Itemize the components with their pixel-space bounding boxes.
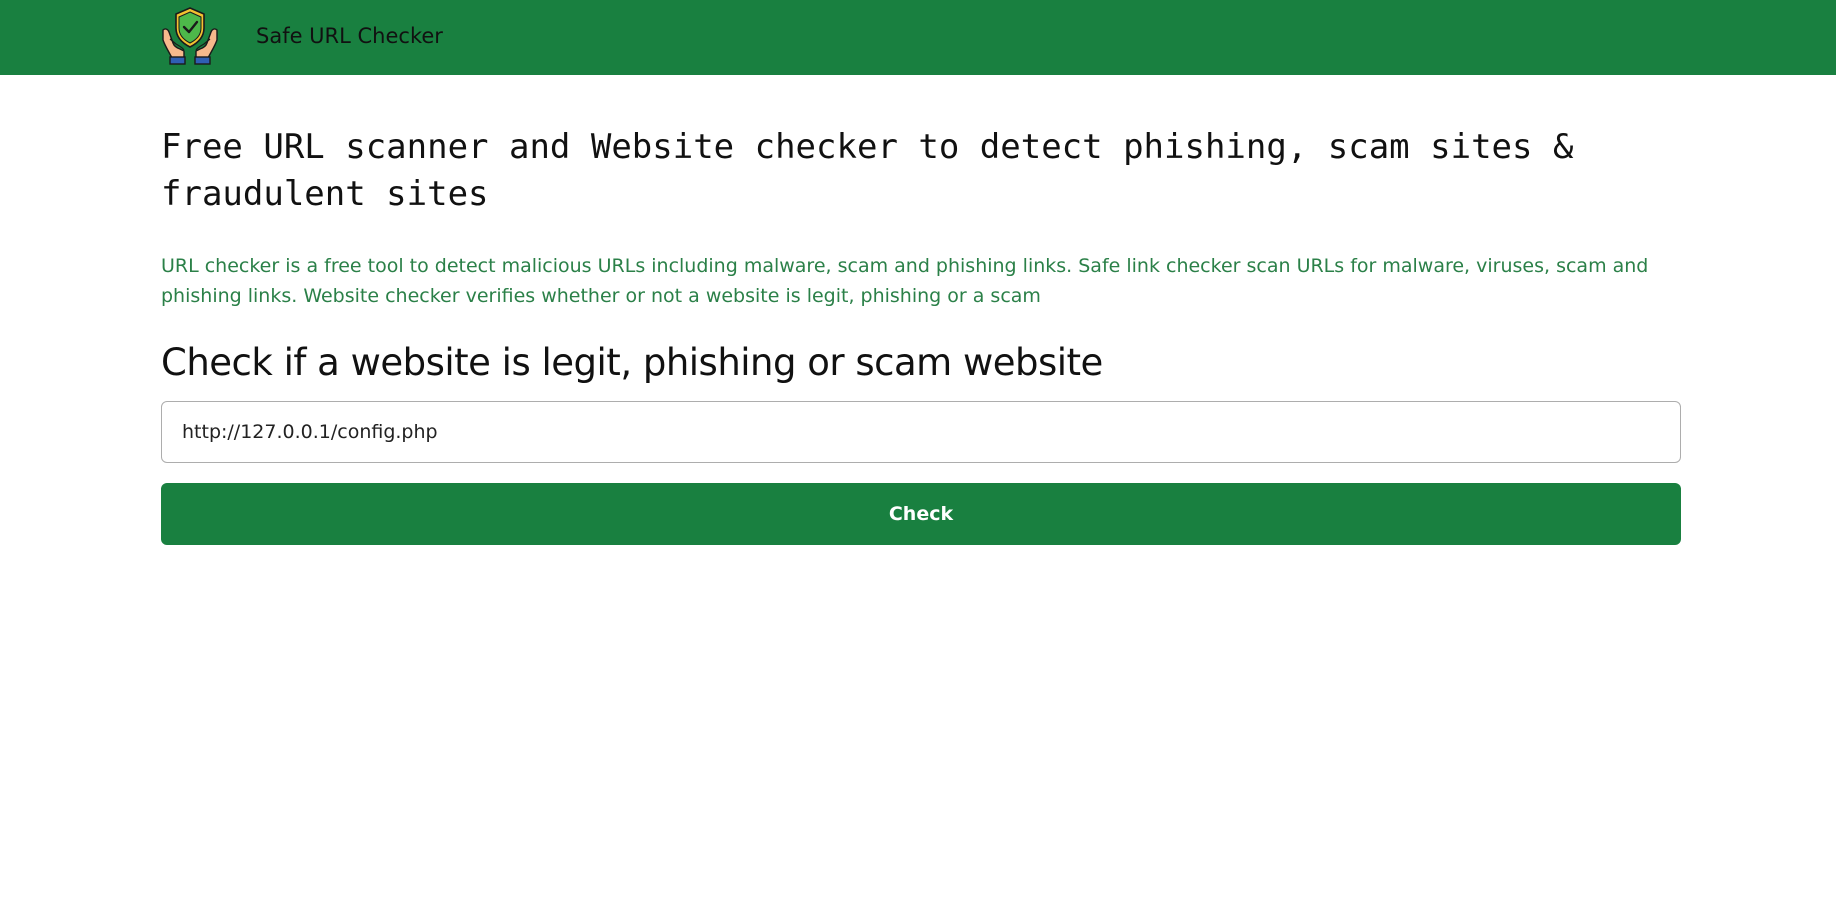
checker-heading: Check if a website is legit, phishing or…: [161, 341, 1103, 384]
top-navbar: Safe URL Checker: [0, 0, 1836, 75]
url-input[interactable]: [161, 401, 1681, 463]
brand-link[interactable]: Safe URL Checker: [160, 6, 443, 66]
check-button[interactable]: Check: [161, 483, 1681, 545]
page-title: Free URL scanner and Website checker to …: [161, 127, 1574, 214]
brand-name: Safe URL Checker: [256, 24, 443, 48]
page-description: URL checker is a free tool to detect mal…: [161, 255, 1649, 307]
shield-hands-icon: [162, 7, 218, 65]
